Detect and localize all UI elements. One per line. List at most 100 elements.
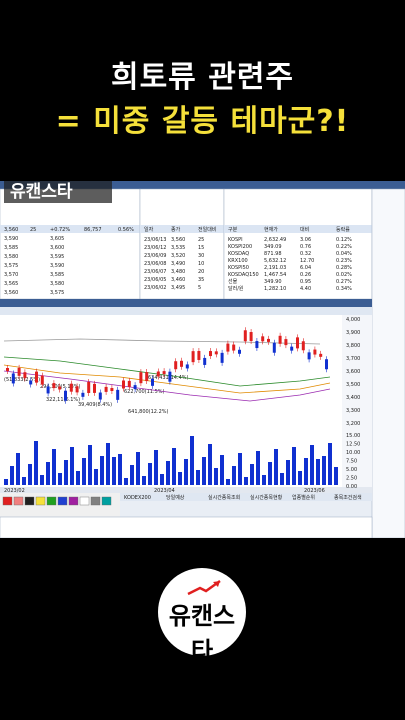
- daily-date: 23/06/08: [144, 261, 166, 267]
- price-tick-label: 3,600: [346, 369, 360, 375]
- quote-rate: 3,590: [50, 263, 64, 269]
- volume-bar: [142, 476, 146, 485]
- index-rate: 0.28%: [336, 265, 352, 271]
- bottom-tab[interactable]: 업종별순위: [292, 494, 315, 501]
- volume-bar: [256, 451, 260, 485]
- daily-date: 23/06/13: [144, 237, 166, 243]
- index-value: 1,282.10: [264, 286, 286, 292]
- bottom-tab[interactable]: 실시간종목현황: [250, 494, 283, 501]
- volume-bar: [100, 456, 104, 485]
- color-swatch[interactable]: [68, 496, 79, 506]
- color-swatch[interactable]: [101, 496, 112, 506]
- bottom-order-panel: [0, 516, 373, 538]
- daily-close: 3,490: [171, 261, 185, 267]
- candle-body: [232, 344, 236, 351]
- quote-rate: 3,580: [50, 281, 64, 287]
- candle-body: [69, 383, 73, 392]
- index-rate: 0.12%: [336, 237, 352, 243]
- candle-body: [203, 357, 207, 365]
- daily-date: 23/06/05: [144, 277, 166, 283]
- candle-body: [168, 371, 172, 382]
- index-name: KOSPI: [228, 237, 243, 243]
- volume-tick-label: 12.50: [346, 442, 360, 448]
- candle-body: [139, 372, 143, 384]
- candle-body: [290, 346, 294, 351]
- terminal-canvas: 3,560 25 +0.72% 86,757 0.56% 3,590 3,605 3,585 3…: [0, 181, 405, 538]
- volume-bar: [46, 462, 50, 485]
- volume-bar: [292, 447, 296, 485]
- color-swatch[interactable]: [35, 496, 46, 506]
- index-name: KOSDAQ: [228, 251, 249, 257]
- color-swatch[interactable]: [90, 496, 101, 506]
- daily-date: 23/06/07: [144, 269, 166, 275]
- candle-body: [17, 367, 21, 376]
- color-swatch[interactable]: [24, 496, 35, 506]
- candle-body: [243, 330, 247, 342]
- index-value: 5,632.12: [264, 258, 286, 264]
- candle-body: [162, 371, 166, 375]
- headline-line2: = 미중 갈등 테마군?!: [55, 104, 350, 139]
- quote-rate: 3,605: [50, 236, 64, 242]
- quote-price: 3,565: [4, 281, 18, 287]
- volume-bar: [160, 474, 164, 485]
- volume-bar: [58, 473, 62, 485]
- candle-body: [313, 349, 317, 355]
- volume-bar: [10, 466, 14, 485]
- price-tick-label: 3,300: [346, 408, 360, 414]
- brand-logo: 유캔스타: [158, 568, 246, 665]
- quote-rate: +0.72%: [50, 227, 70, 233]
- daily-col-header: 일자: [144, 226, 154, 233]
- volume-bar: [22, 477, 26, 485]
- volume-bar: [124, 478, 128, 485]
- color-swatch[interactable]: [57, 496, 68, 506]
- bottom-tab[interactable]: 종목조건검색: [334, 494, 362, 501]
- bottom-tab[interactable]: 실시간종목조회: [208, 494, 240, 501]
- candle-body: [191, 351, 195, 363]
- color-swatch[interactable]: [46, 496, 57, 506]
- candle-body: [267, 338, 270, 342]
- color-swatch[interactable]: [2, 496, 13, 506]
- daily-close: 3,560: [171, 237, 185, 243]
- bottom-tab[interactable]: 당일예상: [166, 494, 185, 501]
- daily-close: 3,460: [171, 277, 185, 283]
- daily-date: 23/06/02: [144, 285, 166, 291]
- index-diff: 6.04: [300, 265, 311, 271]
- volume-tick-label: 2.50: [346, 476, 357, 482]
- candle-body: [46, 386, 50, 394]
- index-name: 달러/원: [228, 285, 244, 292]
- index-value: 871.98: [264, 251, 282, 257]
- volume-bar: [106, 443, 110, 485]
- watermark-badge: 유캔스타: [4, 181, 112, 203]
- right-list-panel: [371, 188, 405, 538]
- volume-bar: [274, 449, 278, 485]
- volume-bar: [154, 450, 158, 485]
- volume-bar: [196, 470, 200, 485]
- quote-rate: 3,595: [50, 254, 64, 260]
- color-swatch[interactable]: [79, 496, 90, 506]
- quote-price: 3,560: [4, 290, 18, 296]
- candle-body: [122, 380, 125, 389]
- volume-bar: [4, 479, 8, 485]
- index-diff: 12.70: [300, 258, 314, 264]
- candle-body: [116, 389, 120, 400]
- volume-bar: [112, 457, 116, 485]
- candle-body: [87, 381, 91, 393]
- volume-tick-label: 7.50: [346, 459, 357, 465]
- chart-toolbar[interactable]: [0, 307, 372, 315]
- index-diff: 0.32: [300, 251, 311, 257]
- quote-change: 25: [30, 227, 36, 233]
- color-swatch[interactable]: [13, 496, 24, 506]
- quote-rate: 3,575: [50, 290, 64, 296]
- candle-body: [319, 353, 323, 357]
- index-value: 349.90: [264, 279, 282, 285]
- quote-price: 3,575: [4, 263, 18, 269]
- x-tick-label: 2023/06: [304, 488, 325, 494]
- bottom-tab[interactable]: KODEX200: [124, 495, 151, 501]
- candle-body: [58, 386, 62, 390]
- quote-price: 3,590: [4, 236, 18, 242]
- volume-bar: [190, 436, 194, 485]
- quote-rate: 3,600: [50, 245, 64, 251]
- candle-body: [75, 386, 79, 393]
- chart-annotation: 622,700(11.5%): [124, 389, 165, 395]
- candle-body: [64, 390, 67, 401]
